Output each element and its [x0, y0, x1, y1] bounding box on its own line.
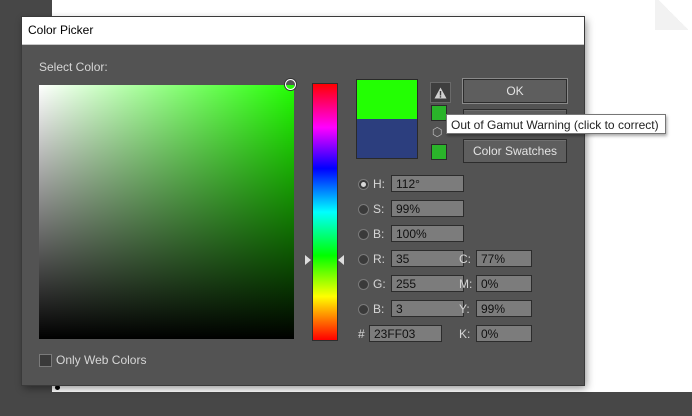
select-color-label: Select Color:	[39, 60, 108, 74]
hue-input[interactable]: 112°	[391, 175, 464, 192]
window-title: Color Picker	[28, 23, 94, 37]
hex-input[interactable]: 23FF03	[369, 325, 442, 342]
blue-input[interactable]: 3	[391, 300, 464, 317]
blue-radio[interactable]	[358, 304, 369, 315]
color-preview	[356, 79, 418, 159]
black-label: K:	[459, 327, 471, 341]
only-web-colors-label[interactable]: Only Web Colors	[56, 353, 146, 367]
color-field-marker[interactable]	[285, 79, 296, 90]
saturation-brightness-field[interactable]	[39, 85, 294, 339]
red-radio[interactable]	[358, 254, 369, 265]
red-input[interactable]: 35	[391, 250, 464, 267]
brightness-input[interactable]: 100%	[391, 225, 464, 242]
brightness-label: B:	[373, 227, 385, 241]
yellow-label: Y:	[459, 302, 470, 316]
web-safe-color-swatch[interactable]	[431, 144, 447, 160]
saturation-input[interactable]: 99%	[391, 200, 464, 217]
green-radio[interactable]	[358, 279, 369, 290]
gamut-warning-tooltip: Out of Gamut Warning (click to correct)	[446, 114, 666, 134]
black-input[interactable]: 0%	[476, 325, 532, 342]
hue-radio[interactable]	[358, 179, 369, 190]
saturation-label: S:	[373, 202, 385, 216]
brightness-radio[interactable]	[358, 229, 369, 240]
green-label: G:	[373, 277, 386, 291]
color-swatches-button[interactable]: Color Swatches	[463, 139, 567, 163]
ok-button[interactable]: OK	[463, 79, 567, 103]
page-corner	[655, 0, 692, 30]
only-web-colors-checkbox[interactable]	[39, 354, 52, 367]
saturation-radio[interactable]	[358, 204, 369, 215]
green-input[interactable]: 255	[391, 275, 464, 292]
red-label: R:	[373, 252, 385, 266]
cube-icon: ⬡	[432, 125, 443, 139]
current-color-swatch[interactable]	[357, 119, 417, 158]
cyan-input[interactable]: 77%	[476, 250, 532, 267]
anchor-point	[55, 385, 60, 390]
hue-slider-right-handle[interactable]	[338, 255, 344, 265]
color-picker-dialog: Color Picker Select Color: ⬡ OK Cancel C…	[22, 17, 584, 385]
warning-triangle-icon	[434, 87, 447, 98]
gamut-warning-button[interactable]	[430, 82, 451, 103]
title-bar[interactable]: Color Picker	[22, 17, 584, 45]
hex-label: #	[358, 327, 365, 341]
cyan-label: C:	[459, 252, 471, 266]
blue-label: B:	[373, 302, 385, 316]
new-color-swatch	[357, 80, 417, 119]
gamut-color-swatch[interactable]	[431, 105, 447, 121]
hue-slider-left-handle[interactable]	[305, 255, 311, 265]
magenta-label: M:	[459, 277, 473, 291]
hue-label: H:	[373, 177, 385, 191]
hue-slider[interactable]	[312, 83, 338, 341]
magenta-input[interactable]: 0%	[476, 275, 532, 292]
yellow-input[interactable]: 99%	[476, 300, 532, 317]
